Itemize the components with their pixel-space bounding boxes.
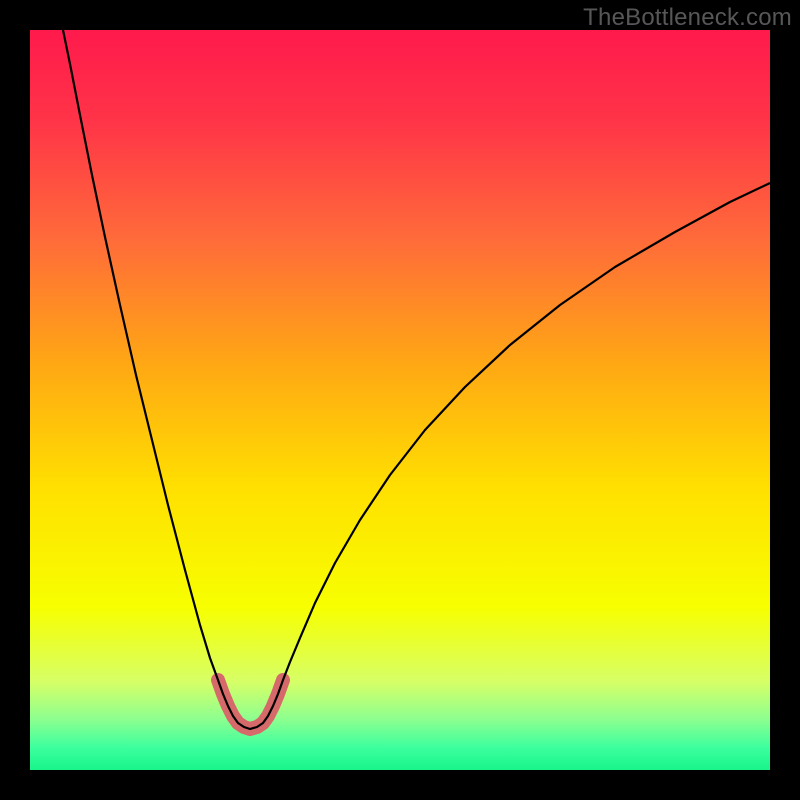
chart-frame (30, 30, 770, 770)
series-full-curve-envelope (63, 30, 770, 729)
curves-layer (30, 30, 770, 770)
watermark-text: TheBottleneck.com (583, 4, 792, 32)
